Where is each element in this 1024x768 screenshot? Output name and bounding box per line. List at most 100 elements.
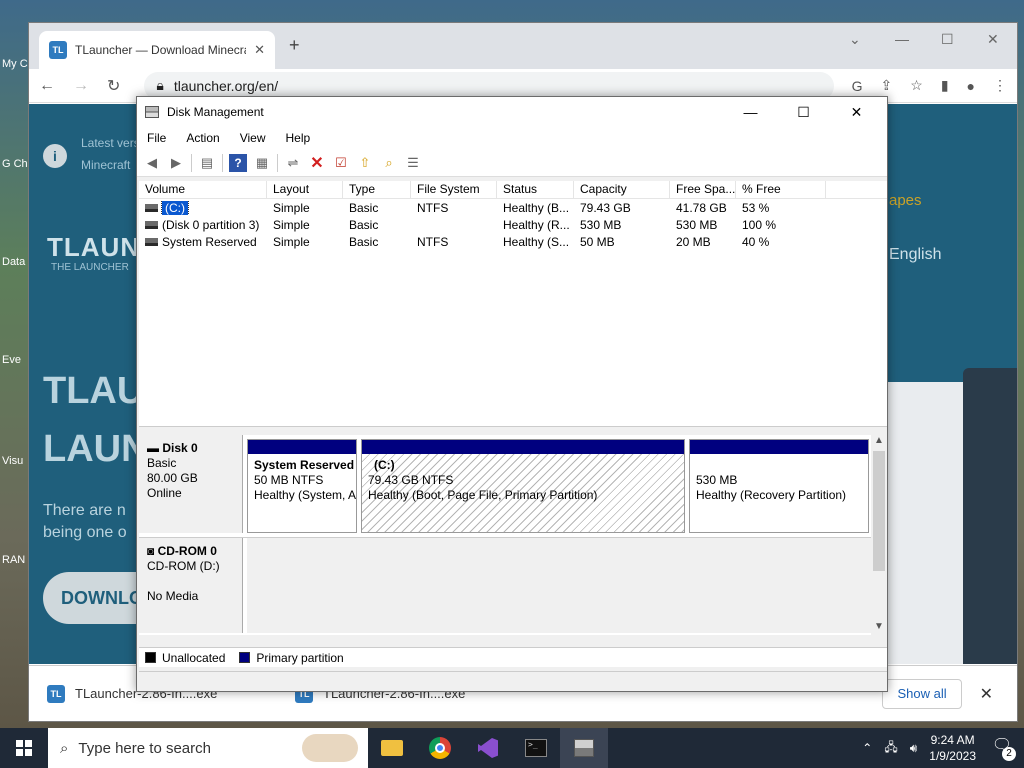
- menu-file[interactable]: File: [147, 131, 166, 145]
- desktop-icon-chrome[interactable]: G Ch: [2, 158, 30, 170]
- search-icon: ⌕: [60, 739, 69, 757]
- table-row[interactable]: (Disk 0 partition 3) Simple Basic Health…: [139, 216, 887, 233]
- desktop-icon-event[interactable]: Eve: [2, 354, 30, 366]
- taskbar-visual-studio[interactable]: [464, 728, 512, 768]
- taskbar-search-box[interactable]: ⌕ Type here to search: [48, 728, 368, 768]
- connect-icon[interactable]: ⇌: [284, 154, 302, 172]
- disk-0-name: Disk 0: [162, 441, 198, 455]
- partition-recovery[interactable]: 530 MB Healthy (Recovery Partition): [689, 439, 869, 533]
- cdrom-0-label[interactable]: ◙ CD-ROM 0 CD-ROM (D:) No Media: [139, 538, 243, 633]
- desktop-icon-my-computer[interactable]: My C: [2, 58, 30, 70]
- bookmark-star-icon[interactable]: ☆: [910, 77, 923, 94]
- volume-cell: (C:): [139, 200, 267, 215]
- table-row[interactable]: System Reserved Simple Basic NTFS Health…: [139, 233, 887, 250]
- minimize-icon[interactable]: —: [895, 31, 909, 47]
- taskbar-chrome[interactable]: [416, 728, 464, 768]
- list-view-icon[interactable]: ☰: [404, 154, 422, 172]
- column-header-type[interactable]: Type: [343, 181, 411, 198]
- language-select[interactable]: English: [889, 246, 941, 264]
- notification-center-button[interactable]: 🗨︎ 2: [988, 735, 1016, 761]
- site-logo[interactable]: TLAUN: [47, 232, 140, 263]
- network-icon[interactable]: 🖧︎: [884, 738, 897, 759]
- back-icon[interactable]: ←: [39, 77, 55, 95]
- column-header-volume[interactable]: Volume: [139, 181, 267, 198]
- volume-name: (Disk 0 partition 3): [162, 217, 260, 232]
- profile-icon[interactable]: ●: [967, 78, 975, 94]
- delete-icon[interactable]: ✕: [308, 154, 326, 172]
- partition-c[interactable]: (C:) 79.43 GB NTFS Healthy (Boot, Page F…: [361, 439, 685, 533]
- taskbar-file-explorer[interactable]: [368, 728, 416, 768]
- export-icon[interactable]: ⇧: [356, 154, 374, 172]
- search-folder-icon[interactable]: ⌕: [380, 154, 398, 172]
- menu-action[interactable]: Action: [186, 131, 219, 145]
- toolbar-divider: [277, 153, 278, 172]
- clock-date: 1/9/2023: [929, 749, 976, 763]
- column-header-percent-free[interactable]: % Free: [736, 181, 826, 198]
- taskbar-command-prompt[interactable]: >_: [512, 728, 560, 768]
- disk-0-row: ▬ Disk 0 Basic 80.00 GB Online System Re…: [139, 435, 871, 533]
- menu-view[interactable]: View: [240, 131, 266, 145]
- taskbar-disk-management[interactable]: [560, 728, 608, 768]
- column-header-layout[interactable]: Layout: [267, 181, 343, 198]
- show-hide-tree-icon[interactable]: ▤: [198, 154, 216, 172]
- check-icon[interactable]: ☑: [332, 154, 350, 172]
- tab-title: TLauncher — Download Minecraft: [75, 43, 247, 57]
- disk-management-icon: [145, 106, 159, 118]
- desktop-icon-data[interactable]: Data: [2, 256, 30, 268]
- google-icon[interactable]: G: [852, 78, 863, 94]
- table-row[interactable]: (C:) Simple Basic NTFS Healthy (B... 79.…: [139, 199, 887, 216]
- skins-link[interactable]: apes: [889, 192, 922, 209]
- scrollbar-thumb[interactable]: [873, 451, 885, 571]
- share-icon[interactable]: ⇪: [881, 77, 893, 94]
- minecraft-text: Minecraft: [81, 158, 131, 172]
- help-icon[interactable]: ?: [229, 153, 247, 172]
- menu-dots-icon[interactable]: ⋮: [993, 77, 1007, 94]
- maximize-icon[interactable]: ☐: [781, 104, 826, 121]
- properties-icon[interactable]: ▦: [253, 154, 271, 172]
- forward-arrow-icon[interactable]: ▶: [167, 154, 185, 172]
- desktop-icon-visual[interactable]: Visu: [2, 455, 30, 467]
- clock[interactable]: 9:24 AM 1/9/2023: [929, 732, 976, 764]
- column-header-file-system[interactable]: File System: [411, 181, 497, 198]
- column-header-capacity[interactable]: Capacity: [574, 181, 670, 198]
- command-prompt-icon: >_: [525, 739, 547, 757]
- back-arrow-icon[interactable]: ◀: [143, 154, 161, 172]
- partition-system-reserved[interactable]: System Reserved 50 MB NTFS Healthy (Syst…: [247, 439, 357, 533]
- new-tab-icon[interactable]: +: [289, 35, 300, 56]
- close-download-bar-icon[interactable]: ✕: [980, 684, 993, 704]
- type-cell: Basic: [349, 217, 379, 232]
- legend-unallocated: Unallocated: [162, 650, 226, 665]
- graph-scrollbar[interactable]: ▲ ▼: [871, 435, 887, 635]
- partition-name: [696, 458, 862, 473]
- close-tab-icon[interactable]: ✕: [254, 42, 265, 58]
- unallocated-swatch: [145, 652, 156, 663]
- close-window-icon[interactable]: ✕: [987, 31, 999, 48]
- partition-fs: 530 MB: [696, 473, 738, 487]
- column-header-status[interactable]: Status: [497, 181, 574, 198]
- menu-help[interactable]: Help: [286, 131, 311, 145]
- close-icon[interactable]: ✕: [834, 104, 879, 121]
- column-header-free-space[interactable]: Free Spa...: [670, 181, 736, 198]
- desktop-icon-label: Data: [2, 256, 26, 268]
- scroll-up-icon[interactable]: ▲: [874, 435, 884, 446]
- primary-partition-swatch: [239, 652, 251, 663]
- scroll-down-icon[interactable]: ▼: [874, 621, 884, 632]
- maximize-icon[interactable]: ☐: [941, 31, 954, 48]
- side-panel-icon[interactable]: ▮: [941, 77, 949, 94]
- tab-tlauncher[interactable]: TL TLauncher — Download Minecraft ✕: [39, 31, 275, 69]
- status-cell: Healthy (S...: [503, 234, 570, 249]
- minimize-icon[interactable]: —: [728, 104, 773, 120]
- show-hidden-icons-icon[interactable]: ⌃: [862, 741, 872, 755]
- desktop-icon-ram[interactable]: RAN: [2, 554, 30, 566]
- desktop-icon-label: RAN: [2, 554, 26, 566]
- layout-cell: Simple: [273, 200, 310, 215]
- start-button[interactable]: [0, 728, 48, 768]
- forward-icon[interactable]: →: [73, 77, 89, 95]
- volume-icon[interactable]: 🔊︎: [910, 741, 918, 756]
- tab-search-icon[interactable]: ⌄: [849, 31, 861, 48]
- show-all-button[interactable]: Show all: [882, 678, 962, 709]
- disk-0-label[interactable]: ▬ Disk 0 Basic 80.00 GB Online: [139, 435, 243, 533]
- hero-title: TLAU LAUN: [43, 362, 149, 478]
- url-text: tlauncher.org/en/: [173, 77, 279, 94]
- reload-icon[interactable]: ↻: [107, 76, 120, 96]
